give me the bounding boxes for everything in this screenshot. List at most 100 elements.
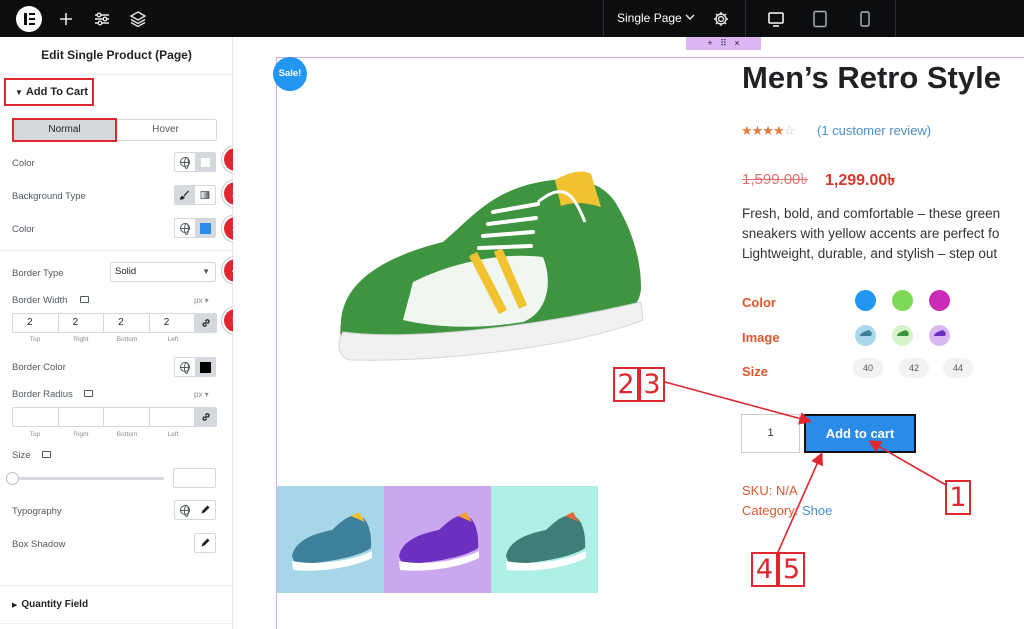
border-width-top[interactable]: 2 bbox=[13, 314, 59, 332]
top-bar: Single Page bbox=[0, 0, 1024, 37]
image-swatch-3[interactable] bbox=[929, 325, 950, 346]
customer-review-link[interactable]: (1 customer review) bbox=[817, 123, 931, 138]
desktop-icon[interactable] bbox=[766, 9, 786, 29]
short-description: Fresh, bold, and comfortable – these gre… bbox=[742, 204, 1024, 264]
border-type-value: Solid bbox=[115, 266, 137, 277]
dim-label-left: Left bbox=[167, 336, 179, 343]
desktop-icon[interactable] bbox=[80, 296, 89, 303]
image-swatch-1[interactable] bbox=[855, 325, 876, 346]
size-input[interactable] bbox=[173, 468, 216, 488]
dim-label-right: Right bbox=[73, 336, 89, 343]
size-option-42[interactable]: 42 bbox=[899, 358, 929, 378]
annotation-box-5: 5 bbox=[778, 552, 805, 587]
sku-label: SKU: bbox=[742, 483, 773, 498]
preview-canvas: + ⠿ × Sale! Men’s Retro Style ★★★★☆ (1 c… bbox=[233, 37, 1024, 629]
add-to-cart-button[interactable]: Add to cart bbox=[804, 414, 916, 453]
layers-icon[interactable] bbox=[128, 9, 148, 29]
size-option-40[interactable]: 40 bbox=[853, 358, 883, 378]
category-label: Category: bbox=[742, 503, 799, 518]
page-selector-label[interactable]: Single Page bbox=[617, 11, 682, 25]
plus-icon[interactable]: + bbox=[707, 38, 712, 48]
quantity-field-label: Quantity Field bbox=[21, 599, 89, 610]
product-main-image[interactable] bbox=[323, 162, 653, 372]
bg-color-picker[interactable] bbox=[195, 219, 215, 237]
image-swatch-2[interactable] bbox=[892, 325, 913, 346]
section-add-to-cart[interactable]: ▼ Add To Cart bbox=[4, 78, 94, 106]
widget-handle[interactable]: + ⠿ × bbox=[686, 37, 761, 50]
border-width-unit[interactable]: px ▾ bbox=[194, 296, 209, 305]
close-icon[interactable]: × bbox=[734, 38, 739, 48]
global-colors-icon[interactable] bbox=[175, 153, 195, 171]
box-shadow-label: Box Shadow bbox=[12, 539, 66, 550]
color-control bbox=[174, 152, 216, 172]
caret-right-icon: ▶ bbox=[12, 602, 18, 609]
annotation-box-1: 1 bbox=[945, 480, 971, 515]
quantity-input[interactable]: 1 bbox=[741, 414, 800, 453]
global-colors-icon[interactable] bbox=[175, 358, 195, 376]
border-radius-right[interactable] bbox=[59, 408, 105, 426]
sale-badge: Sale! bbox=[273, 57, 307, 91]
desktop-icon[interactable] bbox=[84, 390, 93, 397]
border-radius-top[interactable] bbox=[13, 408, 59, 426]
border-type-select[interactable]: Solid ▼ bbox=[110, 262, 216, 282]
color-swatch-purple[interactable] bbox=[929, 290, 950, 311]
size-slider-track[interactable] bbox=[12, 477, 164, 480]
size-option-44[interactable]: 44 bbox=[943, 358, 973, 378]
border-color-picker[interactable] bbox=[195, 358, 215, 376]
border-width-left[interactable]: 2 bbox=[150, 314, 196, 332]
panel-title: Edit Single Product (Page) bbox=[0, 37, 233, 75]
dim-label-top: Top bbox=[29, 431, 41, 438]
border-width-inputs: 2 2 2 2 bbox=[12, 313, 217, 333]
description-line: sneakers with yellow accents are perfect… bbox=[742, 226, 1000, 241]
size-slider-handle[interactable] bbox=[6, 472, 19, 485]
tablet-icon[interactable] bbox=[810, 9, 830, 29]
border-radius-bottom[interactable] bbox=[104, 408, 150, 426]
add-icon[interactable] bbox=[56, 9, 76, 29]
dim-label-top: Top bbox=[29, 336, 41, 343]
state-tabs: Normal Hover bbox=[12, 118, 217, 142]
global-typography-icon[interactable] bbox=[175, 501, 195, 519]
category-link[interactable]: Shoe bbox=[802, 503, 832, 518]
border-width-bottom[interactable]: 2 bbox=[104, 314, 150, 332]
sale-price: 1,299.00৳ bbox=[825, 172, 896, 189]
border-width-dim-labels: Top Right Bottom Left bbox=[12, 336, 196, 343]
border-color-control bbox=[174, 357, 216, 377]
color-swatch-green[interactable] bbox=[892, 290, 913, 311]
link-icon[interactable] bbox=[195, 408, 217, 426]
color-picker[interactable] bbox=[195, 153, 215, 171]
desktop-icon[interactable] bbox=[42, 451, 51, 458]
bg-color-label: Color bbox=[12, 224, 35, 235]
elementor-logo-icon[interactable] bbox=[16, 6, 42, 32]
product-thumbnail-2[interactable] bbox=[384, 486, 491, 593]
border-radius-left[interactable] bbox=[150, 408, 196, 426]
product-thumbnail-3[interactable] bbox=[491, 486, 598, 593]
dim-label-left: Left bbox=[167, 431, 179, 438]
typography-label: Typography bbox=[12, 506, 62, 517]
pencil-icon[interactable] bbox=[194, 533, 216, 553]
global-colors-icon[interactable] bbox=[175, 219, 195, 237]
color-swatch-blue[interactable] bbox=[855, 290, 876, 311]
border-radius-unit[interactable]: px ▾ bbox=[194, 390, 209, 399]
editor-panel: Edit Single Product (Page) ▼ Add To Cart … bbox=[0, 37, 247, 629]
annotation-box-2: 2 bbox=[613, 367, 639, 402]
chevron-down-icon[interactable] bbox=[684, 10, 696, 27]
brush-icon[interactable] bbox=[175, 186, 195, 204]
dim-label-bottom: Bottom bbox=[116, 431, 138, 438]
caret-down-icon: ▼ bbox=[15, 88, 23, 97]
drag-handle-icon[interactable]: ⠿ bbox=[720, 38, 727, 48]
variation-image-label: Image bbox=[742, 330, 780, 345]
variation-color-label: Color bbox=[742, 295, 776, 310]
tab-hover[interactable]: Hover bbox=[115, 120, 216, 140]
gear-icon[interactable] bbox=[711, 9, 731, 29]
pencil-icon[interactable] bbox=[195, 501, 215, 519]
tab-normal[interactable]: Normal bbox=[12, 118, 117, 142]
section-quantity-field[interactable]: ▶ Quantity Field bbox=[12, 599, 88, 610]
settings-sliders-icon[interactable] bbox=[92, 9, 112, 29]
link-icon[interactable] bbox=[195, 314, 217, 332]
border-width-right[interactable]: 2 bbox=[59, 314, 105, 332]
border-width-label: Border Width bbox=[12, 295, 68, 306]
product-thumbnail-1[interactable] bbox=[277, 486, 384, 593]
mobile-icon[interactable] bbox=[855, 9, 875, 29]
gradient-icon[interactable] bbox=[195, 186, 215, 204]
border-radius-inputs bbox=[12, 407, 217, 427]
